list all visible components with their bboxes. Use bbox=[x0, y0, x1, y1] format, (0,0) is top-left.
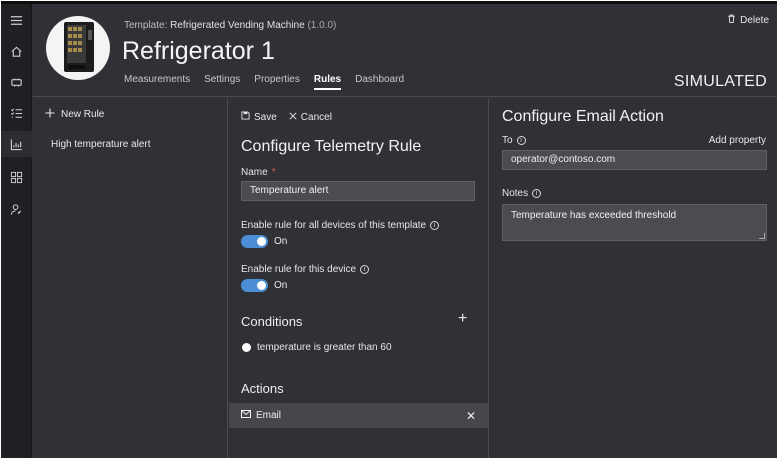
cancel-label: Cancel bbox=[300, 111, 332, 123]
app-window: Template: Refrigerated Vending Machine (… bbox=[1, 1, 777, 458]
email-action-title: Configure Email Action bbox=[502, 108, 664, 125]
to-label: To bbox=[502, 135, 513, 146]
condition-text: temperature is greater than 60 bbox=[257, 342, 392, 353]
conditions-title: Conditions bbox=[241, 314, 303, 329]
trash-icon bbox=[727, 14, 736, 26]
new-rule-button[interactable]: New Rule bbox=[45, 108, 104, 121]
delete-label: Delete bbox=[740, 14, 769, 26]
template-info: Template: Refrigerated Vending Machine (… bbox=[124, 20, 336, 31]
home-icon[interactable] bbox=[1, 38, 32, 64]
rule-item-high-temperature[interactable]: High temperature alert bbox=[51, 139, 151, 150]
tab-properties[interactable]: Properties bbox=[254, 74, 300, 90]
nav-rail bbox=[1, 4, 32, 458]
enable-device-label: Enable rule for this device bbox=[241, 264, 357, 275]
email-action-label: Email bbox=[256, 410, 282, 421]
email-action-panel: Configure Email Action To i Add property… bbox=[490, 98, 777, 458]
close-icon bbox=[289, 111, 297, 123]
condition-item[interactable]: temperature is greater than 60 bbox=[242, 342, 392, 353]
device-icon[interactable] bbox=[1, 69, 32, 95]
tab-dashboard[interactable]: Dashboard bbox=[355, 74, 404, 90]
device-tabs: Measurements Settings Properties Rules D… bbox=[124, 74, 404, 90]
vending-machine-image bbox=[46, 16, 110, 80]
enable-device-toggle[interactable] bbox=[241, 279, 268, 292]
template-prefix: Template: bbox=[124, 20, 168, 31]
info-icon[interactable]: i bbox=[430, 221, 440, 230]
enable-device-state: On bbox=[274, 280, 288, 291]
enable-all-toggle-row: On bbox=[241, 235, 287, 248]
email-action-row[interactable]: Email ✕ bbox=[229, 403, 488, 428]
info-icon[interactable]: i bbox=[360, 265, 370, 274]
notes-label-wrap: Notes i bbox=[502, 188, 542, 199]
info-icon[interactable]: i bbox=[516, 136, 526, 145]
save-label: Save bbox=[254, 111, 277, 123]
save-button[interactable]: Save bbox=[241, 111, 277, 123]
to-email-input[interactable]: operator@contoso.com bbox=[502, 150, 767, 170]
analytics-icon[interactable] bbox=[1, 131, 32, 157]
add-condition-button[interactable]: + bbox=[458, 311, 467, 327]
notes-text: Temperature has exceeded threshold bbox=[511, 210, 677, 221]
name-label: Name bbox=[241, 167, 268, 178]
telemetry-rule-panel: Save Cancel Configure Telemetry Rule Nam… bbox=[229, 98, 489, 458]
new-rule-label: New Rule bbox=[61, 109, 105, 120]
plus-icon bbox=[45, 108, 55, 121]
info-icon[interactable]: i bbox=[532, 189, 542, 198]
remove-action-icon[interactable]: ✕ bbox=[466, 409, 476, 423]
enable-all-label-wrap: Enable rule for all devices of this temp… bbox=[241, 220, 440, 231]
apps-icon[interactable] bbox=[1, 164, 32, 190]
rules-list-panel: New Rule High temperature alert bbox=[33, 98, 228, 458]
enable-all-toggle[interactable] bbox=[241, 235, 268, 248]
add-property-link[interactable]: Add property bbox=[709, 135, 766, 146]
mail-icon bbox=[241, 410, 251, 421]
resize-grip-icon[interactable] bbox=[759, 233, 765, 239]
name-label-wrap: Name * bbox=[241, 167, 276, 178]
checklist-icon[interactable] bbox=[1, 100, 32, 126]
required-marker: * bbox=[271, 167, 276, 178]
enable-all-label: Enable rule for all devices of this temp… bbox=[241, 220, 427, 231]
tab-rules[interactable]: Rules bbox=[313, 74, 342, 90]
simulated-badge: SIMULATED bbox=[673, 73, 767, 90]
device-header: Template: Refrigerated Vending Machine (… bbox=[33, 4, 777, 97]
enable-device-toggle-row: On bbox=[241, 279, 287, 292]
enable-device-label-wrap: Enable rule for this device i bbox=[241, 264, 370, 275]
tab-measurements[interactable]: Measurements bbox=[124, 74, 190, 90]
rule-name-input[interactable]: Temperature alert bbox=[241, 181, 475, 201]
admin-icon[interactable] bbox=[1, 196, 32, 222]
actions-title: Actions bbox=[241, 381, 284, 396]
tab-settings[interactable]: Settings bbox=[204, 74, 240, 90]
notes-label: Notes bbox=[502, 188, 529, 199]
template-version: (1.0.0) bbox=[307, 20, 337, 31]
device-name: Refrigerator 1 bbox=[122, 37, 275, 65]
condition-bullet-icon bbox=[242, 343, 251, 352]
telemetry-rule-title: Configure Telemetry Rule bbox=[241, 138, 422, 155]
enable-all-state: On bbox=[274, 236, 288, 247]
save-icon bbox=[241, 111, 250, 123]
cancel-button[interactable]: Cancel bbox=[289, 111, 332, 123]
rule-toolbar: Save Cancel bbox=[241, 111, 332, 123]
delete-button[interactable]: Delete bbox=[727, 14, 769, 26]
template-name[interactable]: Refrigerated Vending Machine bbox=[170, 20, 305, 31]
to-label-wrap: To i bbox=[502, 135, 526, 146]
menu-icon[interactable] bbox=[1, 7, 32, 33]
notes-textarea[interactable]: Temperature has exceeded threshold bbox=[502, 204, 767, 241]
